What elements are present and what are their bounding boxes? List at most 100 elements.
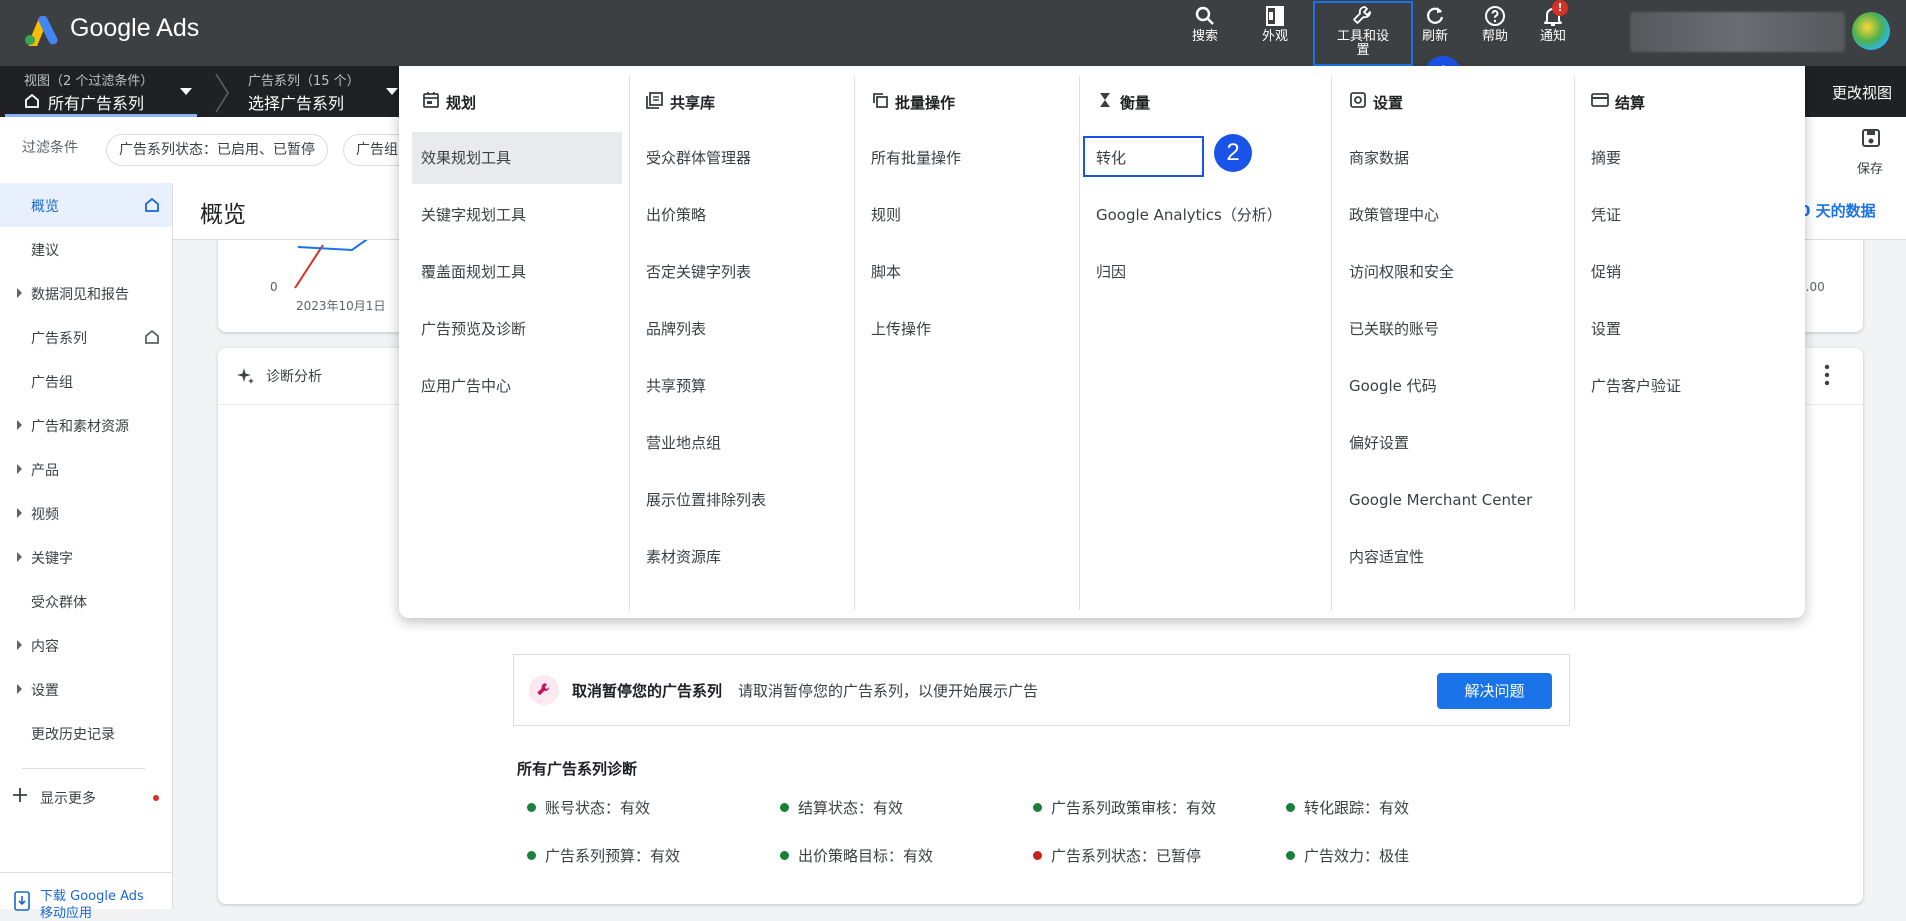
sidebar-item-overview[interactable]: 概览 (0, 183, 172, 227)
plus-icon (13, 788, 27, 802)
google-ads-logo-icon[interactable] (22, 16, 58, 46)
resolve-issue-button[interactable]: 解决问题 (1437, 673, 1552, 709)
menu-item-performance-planner[interactable]: 效果规划工具 (421, 132, 511, 184)
copy-icon (873, 93, 888, 108)
view-value[interactable]: 所有广告系列 (48, 90, 144, 114)
menu-item-brand-lists[interactable]: 品牌列表 (646, 303, 706, 355)
sidebar-item-insights-reports[interactable]: 数据洞见和报告 (0, 271, 172, 315)
status-dot (1033, 851, 1042, 860)
top-app-bar: Google Ads 搜索 外观 工具和设 置 刷新 帮助 通知 ! (0, 0, 1906, 66)
menu-item-documents[interactable]: 凭证 (1591, 189, 1621, 241)
library-icon (646, 92, 663, 109)
change-view-button[interactable]: 更改视图 (1832, 82, 1892, 103)
sidebar-nav: 概览 建议 数据洞见和报告 广告系列 广告组 广告和素材资源 产品 视频 关键字… (0, 183, 173, 921)
expand-caret-icon (17, 420, 22, 430)
sidebar-item-audiences[interactable]: 受众群体 (0, 579, 172, 623)
sidebar-item-videos[interactable]: 视频 (0, 491, 172, 535)
menu-item-billing-settings[interactable]: 设置 (1591, 303, 1621, 355)
menu-item-google-analytics[interactable]: Google Analytics（分析） (1096, 189, 1282, 241)
sidebar-item-content[interactable]: 内容 (0, 623, 172, 667)
avatar[interactable] (1852, 12, 1890, 50)
home-icon (25, 93, 39, 108)
menu-item-attribution[interactable]: 归因 (1096, 246, 1126, 298)
app-name[interactable]: Google Ads (70, 14, 199, 43)
menu-item-promotions[interactable]: 促销 (1591, 246, 1621, 298)
expand-caret-icon (17, 464, 22, 474)
appearance-button[interactable]: 外观 (1240, 0, 1310, 66)
menu-item-shared-budgets[interactable]: 共享预算 (646, 360, 706, 412)
status-dot (780, 851, 789, 860)
sidebar-item-ads-assets[interactable]: 广告和素材资源 (0, 403, 172, 447)
menu-item-merchant-center[interactable]: Google Merchant Center (1349, 474, 1532, 526)
menu-item-access-security[interactable]: 访问权限和安全 (1349, 246, 1454, 298)
menu-item-negative-keyword-lists[interactable]: 否定关键字列表 (646, 246, 751, 298)
download-app-icon[interactable] (14, 891, 30, 911)
menu-item-conversions[interactable]: 转化 (1096, 132, 1126, 184)
account-info[interactable] (1630, 12, 1845, 52)
sidebar-item-recommendations[interactable]: 建议 (0, 227, 172, 271)
campaign-dropdown-icon[interactable] (386, 88, 398, 96)
menu-section-title: 衡量 (1120, 94, 1151, 112)
expand-caret-icon (17, 288, 22, 298)
menu-item-linked-accounts[interactable]: 已关联的账号 (1349, 303, 1439, 355)
menu-item-ad-preview[interactable]: 广告预览及诊断 (421, 303, 526, 355)
sidebar-item-label: 更改历史记录 (31, 727, 115, 743)
menu-item-advertiser-verification[interactable]: 广告客户验证 (1591, 360, 1681, 412)
sparkle-icon (237, 368, 254, 384)
sidebar-item-settings[interactable]: 设置 (0, 667, 172, 711)
menu-item-scripts[interactable]: 脚本 (871, 246, 901, 298)
sidebar-item-change-history[interactable]: 更改历史记录 (0, 711, 172, 755)
view-dropdown-icon[interactable] (180, 88, 192, 96)
diag-item-campaign-status: 广告系列状态：已暂停 (1033, 845, 1201, 866)
credit-card-icon (1591, 93, 1609, 107)
all-diagnostics-title: 所有广告系列诊断 (517, 760, 638, 778)
menu-item-audience-manager[interactable]: 受众群体管理器 (646, 132, 751, 184)
menu-item-google-tag[interactable]: Google 代码 (1349, 360, 1437, 412)
menu-item-billing-summary[interactable]: 摘要 (1591, 132, 1621, 184)
menu-item-rules[interactable]: 规则 (871, 189, 901, 241)
filter-chip-campaign-status[interactable]: 广告系列状态：已启用、已暂停 (106, 134, 328, 166)
menu-item-bid-strategies[interactable]: 出价策略 (646, 189, 706, 241)
sidebar-item-products[interactable]: 产品 (0, 447, 172, 491)
search-button[interactable]: 搜索 (1170, 0, 1240, 66)
more-vert-icon[interactable] (1823, 364, 1831, 386)
menu-item-content-suitability[interactable]: 内容适宜性 (1349, 531, 1424, 583)
sidebar-show-more[interactable]: 显示更多 (0, 775, 172, 819)
sidebar-item-campaigns[interactable]: 广告系列 (0, 315, 172, 359)
menu-item-placement-exclusions[interactable]: 展示位置排除列表 (646, 474, 766, 526)
menu-item-reach-planner[interactable]: 覆盖面规划工具 (421, 246, 526, 298)
diag-text: 转化跟踪：有效 (1304, 799, 1410, 817)
sidebar-item-ad-groups[interactable]: 广告组 (0, 359, 172, 403)
diag-text: 广告系列预算：有效 (545, 847, 681, 865)
alert-text: 请取消暂停您的广告系列，以便开始展示广告 (738, 682, 1039, 700)
menu-item-preferences[interactable]: 偏好设置 (1349, 417, 1409, 469)
save-icon[interactable] (1860, 127, 1882, 149)
menu-item-business-data[interactable]: 商家数据 (1349, 132, 1409, 184)
sidebar-item-label: 设置 (31, 683, 59, 699)
menu-item-app-advertising-hub[interactable]: 应用广告中心 (421, 360, 511, 412)
sidebar-divider (0, 872, 172, 873)
diag-item-policy-review: 广告系列政策审核：有效 (1033, 797, 1216, 818)
filter-chip-ad-group[interactable]: 广告组 (343, 134, 403, 166)
view-label: 视图（2 个过滤条件） (24, 74, 154, 89)
download-app-link-2[interactable]: 移动应用 (40, 902, 92, 921)
menu-item-asset-library[interactable]: 素材资源库 (646, 531, 721, 583)
sidebar-item-label: 数据洞见和报告 (31, 287, 129, 303)
refresh-icon (1427, 7, 1444, 24)
save-label[interactable]: 保存 (1857, 158, 1883, 177)
date-range-link[interactable]: 0 天的数据 (1800, 200, 1876, 221)
diag-item-account-status: 账号状态：有效 (527, 797, 650, 818)
sidebar-item-label: 产品 (31, 463, 59, 479)
menu-item-policy-manager[interactable]: 政策管理中心 (1349, 189, 1439, 241)
campaign-value[interactable]: 选择广告系列 (248, 90, 344, 114)
menu-item-location-groups[interactable]: 营业地点组 (646, 417, 721, 469)
menu-item-uploads[interactable]: 上传操作 (871, 303, 931, 355)
sidebar-item-label: 广告系列 (31, 331, 87, 347)
diag-item-conversion-tracking: 转化跟踪：有效 (1286, 797, 1409, 818)
menu-item-keyword-planner[interactable]: 关键字规划工具 (421, 189, 526, 241)
menu-item-all-bulk-actions[interactable]: 所有批量操作 (871, 132, 961, 184)
search-label: 搜索 (1191, 29, 1218, 44)
new-dot-indicator (153, 795, 159, 801)
sidebar-item-keywords[interactable]: 关键字 (0, 535, 172, 579)
sidebar-item-label: 建议 (31, 243, 59, 259)
